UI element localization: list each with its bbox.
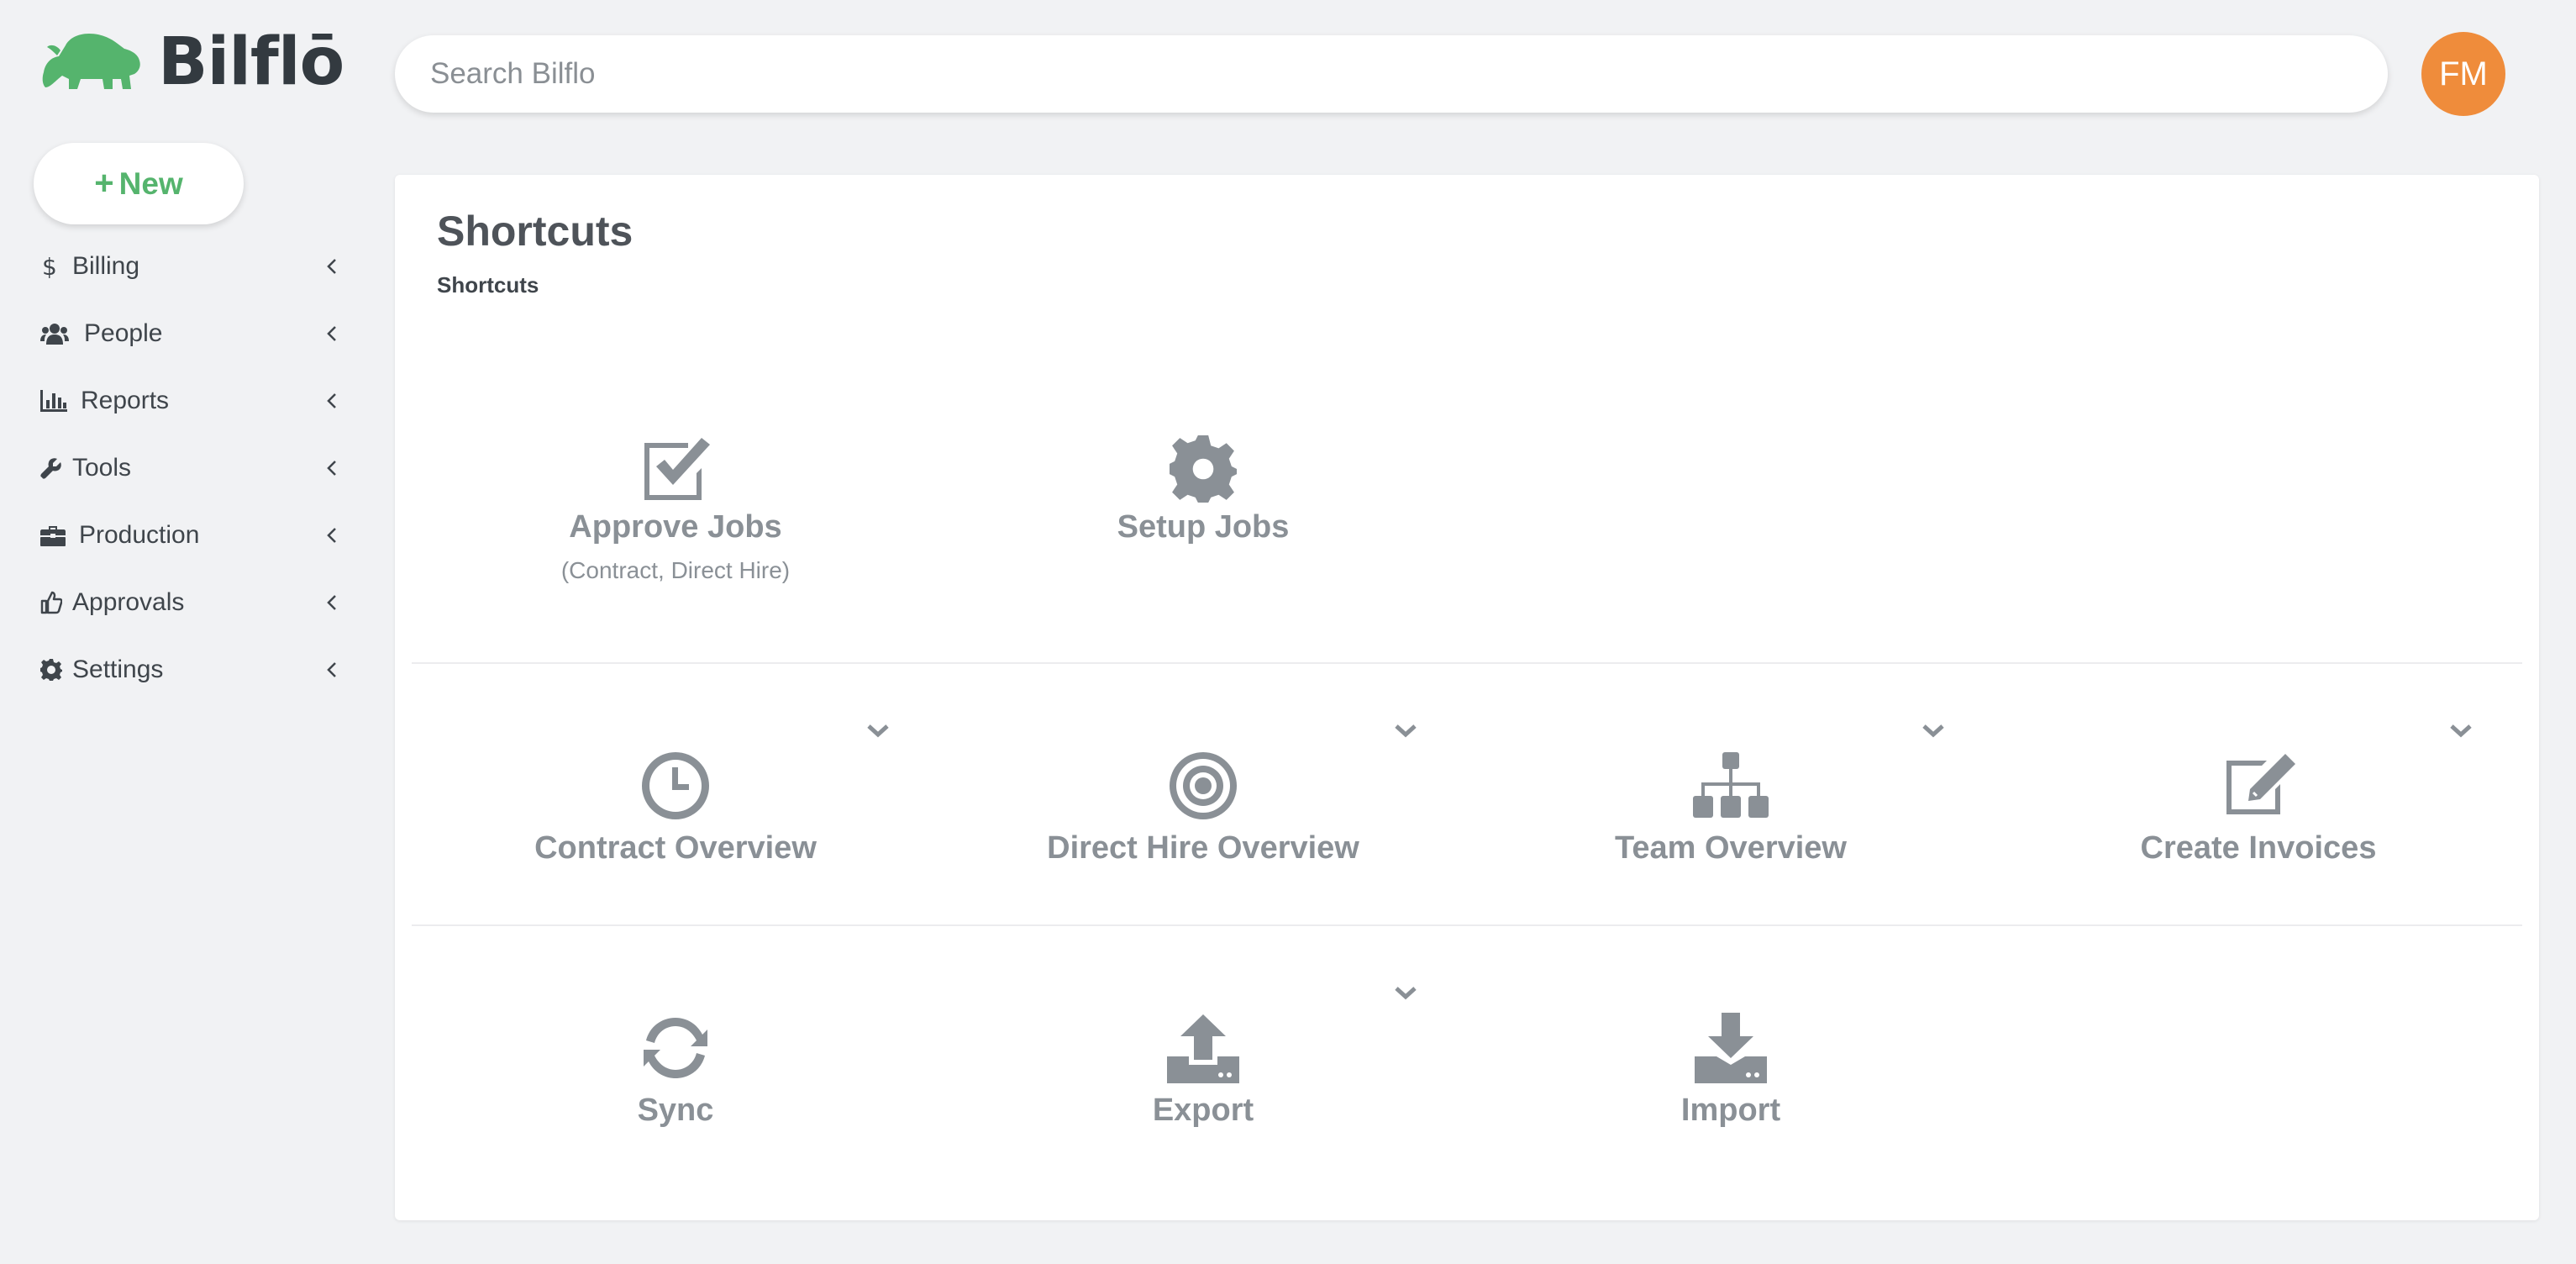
shortcut-label: Export [1152,1093,1254,1128]
target-icon [939,748,1467,824]
shortcut-approve-jobs[interactable]: Approve Jobs (Contract, Direct Hire) [412,435,939,584]
users-icon [40,321,81,346]
bar-chart-icon [40,388,77,413]
clock-icon [412,748,939,824]
shortcut-direct-hire-overview[interactable]: Direct Hire Overview [939,748,1467,866]
chevron-down-icon[interactable] [1393,723,1418,740]
org-chart-icon [1467,748,1995,824]
shortcut-label: Import [1680,1093,1781,1128]
sidebar-item-label: Settings [72,656,164,683]
shortcut-create-invoices[interactable]: Create Invoices [1995,748,2522,866]
shortcut-contract-overview[interactable]: Contract Overview [412,748,939,866]
shortcut-label: Setup Jobs [1117,509,1290,545]
shortcut-label: Contract Overview [534,830,817,866]
sidebar-item-label: Reports [81,387,170,414]
chevron-left-icon [327,461,336,476]
new-button[interactable]: + New [34,143,244,224]
sidebar-item-reports[interactable]: Reports [40,367,344,434]
chevron-left-icon [327,326,336,341]
chevron-down-icon[interactable] [2448,723,2473,740]
svg-text:$: $ [42,254,57,279]
sidebar-item-label: Billing [72,252,140,280]
sidebar-item-people[interactable]: People [40,300,344,367]
shortcut-sync[interactable]: Sync [412,1010,939,1129]
dollar-icon: $ [40,254,69,279]
bison-logo-icon [42,34,140,89]
chevron-left-icon [327,528,336,543]
sync-icon [412,1010,939,1086]
sidebar-item-label: Tools [72,454,132,482]
sidebar-item-tools[interactable]: Tools [40,434,344,502]
shortcut-label: Approve Jobs [569,509,782,545]
shortcut-label: Direct Hire Overview [1047,830,1359,866]
sidebar-item-settings[interactable]: Settings [40,636,344,703]
chevron-down-icon[interactable] [1921,723,1946,740]
plus-icon: + [94,165,114,202]
new-button-label: New [118,166,183,201]
shortcut-sublabel: (Contract, Direct Hire) [560,557,791,583]
shortcut-export[interactable]: Export [939,1010,1467,1129]
user-avatar[interactable]: FM [2421,32,2505,116]
shortcut-label: Create Invoices [2140,830,2377,866]
search-input[interactable] [428,56,2388,92]
sidebar-item-label: People [84,319,163,347]
shortcut-import[interactable]: Import [1467,1010,1995,1129]
upload-icon [939,1010,1467,1086]
sidebar-item-approvals[interactable]: Approvals [40,569,344,636]
gear-icon [40,657,69,682]
sidebar-item-label: Approvals [72,588,185,616]
wrench-icon [40,456,69,481]
chevron-left-icon [327,393,336,408]
chevron-left-icon [327,662,336,677]
shortcut-label: Team Overview [1614,830,1847,866]
sidebar-item-billing[interactable]: $ Billing [40,233,344,300]
row-divider [412,662,2522,664]
sidebar-item-production[interactable]: Production [40,502,344,569]
chevron-down-icon[interactable] [1393,985,1418,1002]
logo-text: Bilflō [158,24,344,100]
search-bar[interactable] [395,35,2388,113]
shortcuts-panel: Shortcuts Shortcuts Approve Jobs (Contra… [395,175,2539,1220]
shortcut-setup-jobs[interactable]: Setup Jobs [939,435,1467,545]
chevron-down-icon[interactable] [865,723,891,740]
chevron-left-icon [327,595,336,610]
breadcrumb[interactable]: Shortcuts [437,272,539,298]
bilflo-logo[interactable]: Bilflō [40,29,344,96]
edit-icon [1995,748,2522,824]
shortcut-team-overview[interactable]: Team Overview [1467,748,1995,866]
thumbs-up-icon [40,590,69,615]
page-title: Shortcuts [437,208,633,255]
download-icon [1467,1010,1995,1086]
chevron-left-icon [327,259,336,274]
checkbox-icon [412,435,939,503]
sidebar-nav: $ Billing People Reports Tools Productio… [40,233,344,703]
gear-icon [939,435,1467,503]
row-divider [412,924,2522,926]
sidebar-item-label: Production [79,521,200,549]
briefcase-icon [40,523,76,548]
shortcut-label: Sync [637,1093,714,1128]
